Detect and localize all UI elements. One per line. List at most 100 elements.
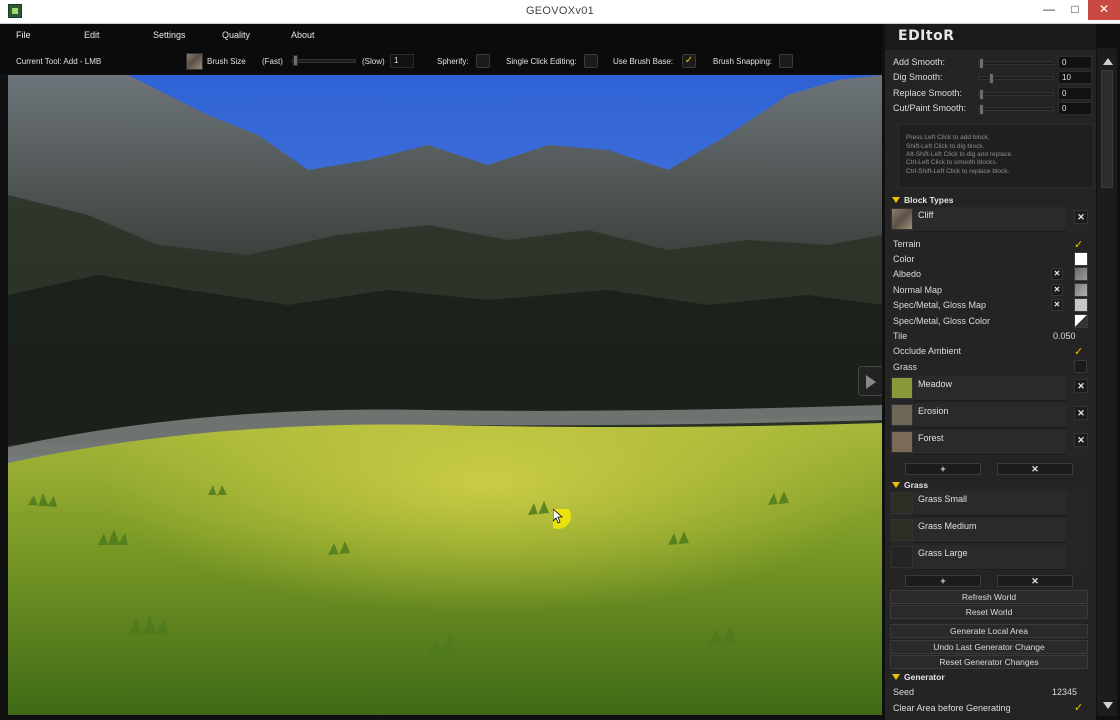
tile-value[interactable]: 0.050 [1053,331,1076,341]
cut-paint-smooth-knob[interactable] [979,104,984,115]
remove-block-button[interactable]: ✕ [1074,379,1088,393]
albedo-label: Albedo [893,269,922,279]
spherify-checkbox[interactable] [476,54,490,68]
play-icon[interactable] [858,366,882,396]
menu-about[interactable]: About [291,30,315,40]
block-types-header[interactable]: Block Types [890,194,1090,208]
editor-header: EDItoR [885,24,1096,50]
menu-file[interactable]: File [16,30,31,40]
block-name-label: Forest [918,433,944,443]
cut-paint-smooth-slider[interactable] [978,107,1054,111]
cut-paint-smooth-field[interactable]: 0 [1058,102,1092,115]
block-name-label: Meadow [918,379,953,389]
grass-name-label: Grass Small [918,494,968,504]
brush-size-field[interactable]: 1 [390,54,414,68]
collapse-triangle-icon[interactable] [892,674,900,680]
maximize-button[interactable]: □ [1062,0,1088,20]
seed-field[interactable]: 12345 [1052,687,1077,697]
block-name-field[interactable] [914,207,1066,232]
generate-local-area-button[interactable]: Generate Local Area [890,624,1088,638]
block-type-cliff[interactable]: Cliff ✕ [890,207,1090,233]
undo-generator-change-button[interactable]: Undo Last Generator Change [890,640,1088,654]
block-name-label: Cliff [918,210,934,220]
grass-checkbox[interactable] [1074,360,1087,373]
scroll-up-icon[interactable] [1103,58,1113,65]
tile-label: Tile [893,331,908,341]
add-smooth-knob[interactable] [979,58,984,69]
menu-settings[interactable]: Settings [153,30,186,40]
grass-type-large[interactable]: Grass Large [890,545,1090,571]
color-label: Color [893,254,915,264]
scroll-down-icon[interactable] [1103,702,1113,709]
remove-block-button[interactable]: ✕ [1074,210,1088,224]
menu-quality[interactable]: Quality [222,30,250,40]
add-smooth-field[interactable]: 0 [1058,56,1092,69]
generator-header-label: Generator [904,672,945,682]
brush-texture-icon[interactable] [186,53,203,70]
collapse-triangle-icon[interactable] [892,197,900,203]
block-types-header-label: Block Types [904,195,954,205]
menu-bar: File Edit Settings Quality About [0,24,882,48]
brush-base-checkbox[interactable]: ✓ [682,54,696,68]
spec-color-swatch[interactable] [1074,314,1088,328]
spec-map-thumbnail[interactable] [1074,298,1088,312]
replace-smooth-field[interactable]: 0 [1058,87,1092,100]
grass-name-label: Grass Large [918,548,968,558]
terrain-checkbox[interactable]: ✓ [1074,238,1083,251]
reset-world-button[interactable]: Reset World [890,605,1088,619]
remove-block-button[interactable]: ✕ [1074,406,1088,420]
dig-smooth-knob[interactable] [988,73,994,84]
scroll-thumb[interactable] [1101,70,1113,188]
refresh-world-button[interactable]: Refresh World [890,590,1088,604]
albedo-texture-thumbnail[interactable] [1074,267,1088,281]
reset-generator-changes-button[interactable]: Reset Generator Changes [890,655,1088,669]
close-button[interactable]: ✕ [1088,0,1120,20]
single-click-label: Single Click Editing: [506,57,577,66]
block-type-erosion[interactable]: Erosion ✕ [890,403,1090,429]
brush-snapping-checkbox[interactable] [779,54,793,68]
brush-speed-slider-knob[interactable] [293,55,298,66]
help-text-box: Press Left Click to add block. Shift-Lef… [898,124,1094,188]
remove-block-button[interactable]: ✕ [1074,433,1088,447]
editor-scrollbar[interactable] [1097,48,1117,716]
world-viewport[interactable] [8,75,882,715]
dig-smooth-field[interactable]: 10 [1058,71,1092,84]
collapse-triangle-icon[interactable] [892,482,900,488]
grass-type-small[interactable]: Grass Small [890,491,1090,517]
grass-large-thumbnail [891,546,913,568]
brush-speed-slider[interactable] [292,59,356,63]
block-type-forest[interactable]: Forest ✕ [890,430,1090,456]
normal-map-thumbnail[interactable] [1074,283,1088,297]
occlude-ambient-label: Occlude Ambient [893,346,962,356]
remove-block-type-button[interactable]: ✕ [997,463,1073,475]
color-swatch[interactable] [1074,252,1088,266]
clear-spec-map-button[interactable]: ✕ [1051,299,1063,311]
grass-small-thumbnail [891,492,913,514]
generator-header[interactable]: Generator [890,671,1090,685]
fast-label: (Fast) [262,57,283,66]
clear-area-checkbox[interactable]: ✓ [1074,701,1083,714]
remove-grass-button[interactable]: ✕ [997,575,1073,587]
block-type-meadow[interactable]: Meadow ✕ [890,376,1090,402]
add-smooth-slider[interactable] [978,61,1054,65]
brush-snapping-label: Brush Snapping: [713,57,773,66]
menu-edit[interactable]: Edit [84,30,100,40]
minimize-button[interactable]: — [1036,0,1062,20]
replace-smooth-knob[interactable] [979,89,984,100]
block-name-label: Erosion [918,406,949,416]
add-grass-button[interactable]: + [905,575,981,587]
seed-label: Seed [893,687,915,697]
editor-title: EDItoR [898,28,955,44]
occlude-ambient-checkbox[interactable]: ✓ [1074,345,1083,358]
replace-smooth-slider[interactable] [978,92,1054,96]
add-block-button[interactable]: + [905,463,981,475]
dig-smooth-label: Dig Smooth: [893,72,943,82]
clear-normal-map-button[interactable]: ✕ [1051,284,1063,296]
help-line: Ctrl-Shift-Left Click to replace block. [906,168,1010,175]
replace-smooth-label: Replace Smooth: [893,88,963,98]
clear-albedo-button[interactable]: ✕ [1051,268,1063,280]
single-click-checkbox[interactable] [584,54,598,68]
grass-type-medium[interactable]: Grass Medium [890,518,1090,544]
terrain-label: Terrain [893,239,921,249]
cut-paint-smooth-label: Cut/Paint Smooth: [893,103,967,113]
